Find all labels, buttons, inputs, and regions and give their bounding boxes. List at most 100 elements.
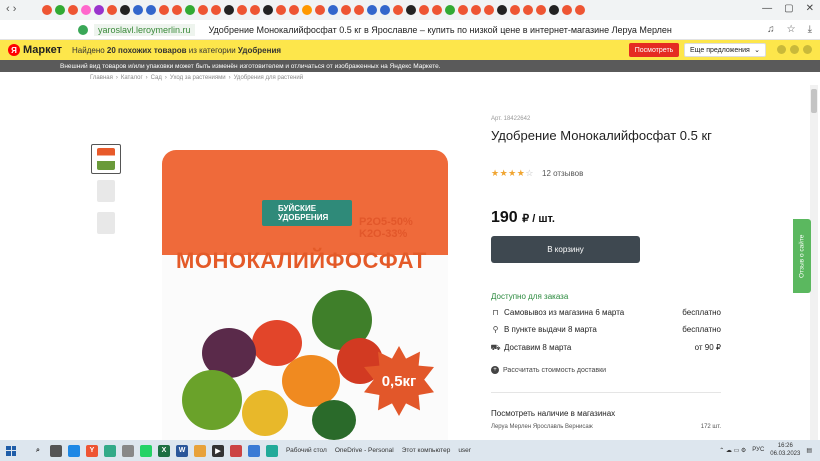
- this-pc-item[interactable]: Этот компьютер: [402, 447, 451, 454]
- tab-favicon[interactable]: [42, 5, 52, 15]
- breadcrumb-item[interactable]: Каталог: [121, 75, 143, 81]
- yandex-browser-icon[interactable]: Y: [86, 444, 98, 457]
- tab-favicon[interactable]: [120, 5, 130, 15]
- stock-title[interactable]: Посмотреть наличие в магазинах: [491, 409, 615, 418]
- tab-favicon[interactable]: [432, 5, 442, 15]
- tab-favicon[interactable]: [146, 5, 156, 15]
- tab-favicon[interactable]: [237, 5, 247, 15]
- tray-icons[interactable]: ⌃ ☁ ▭ ⚙: [719, 447, 746, 454]
- store-name[interactable]: Леруа Мерлен Ярославль Вернисаж: [491, 424, 593, 430]
- desktop-toolbar[interactable]: Рабочий стол: [286, 447, 327, 454]
- pepper-yellow-shape: [242, 390, 288, 436]
- tab-favicon[interactable]: [484, 5, 494, 15]
- clock-time: 16:26: [777, 443, 793, 449]
- app-icon[interactable]: [248, 444, 260, 457]
- tab-favicon[interactable]: [159, 5, 169, 15]
- tab-favicon[interactable]: [406, 5, 416, 15]
- breadcrumb-item[interactable]: Уход за растениями: [170, 75, 226, 81]
- view-button[interactable]: Посмотреть: [629, 43, 679, 57]
- window-controls[interactable]: — ▢ ✕: [762, 3, 814, 14]
- thumbnail-3[interactable]: [91, 208, 121, 238]
- tab-favicon[interactable]: [380, 5, 390, 15]
- tab-favicon[interactable]: [185, 5, 195, 15]
- tab-favicon[interactable]: [497, 5, 507, 15]
- url-text[interactable]: yaroslavl.leroymerlin.ru: [94, 23, 195, 36]
- thumbnail-2[interactable]: [91, 176, 121, 206]
- tab-favicon[interactable]: [575, 5, 585, 15]
- page-tab-title: Удобрение Монокалийфосфат 0.5 кг в Яросл…: [208, 24, 672, 35]
- breadcrumb-item[interactable]: Удобрения для растений: [234, 75, 304, 81]
- media-player-icon[interactable]: ▶: [212, 444, 224, 457]
- store-icon[interactable]: [104, 444, 116, 457]
- app-icon[interactable]: [122, 444, 134, 457]
- tab-favicon[interactable]: [536, 5, 546, 15]
- app-icon[interactable]: [266, 444, 278, 457]
- windows-start-icon[interactable]: [6, 445, 16, 456]
- tab-favicon[interactable]: [445, 5, 455, 15]
- browser-actions[interactable]: ♫ ☆ ⤓: [767, 24, 812, 35]
- tab-favicon[interactable]: [471, 5, 481, 15]
- tab-favicon[interactable]: [458, 5, 468, 15]
- app-icon[interactable]: [230, 444, 242, 457]
- tab-favicon[interactable]: [250, 5, 260, 15]
- whatsapp-icon[interactable]: [140, 444, 152, 457]
- tab-favicon[interactable]: [354, 5, 364, 15]
- more-offers-select[interactable]: Еще предложения ⌄: [684, 43, 766, 57]
- back-forward-icons[interactable]: ‹ ›: [6, 3, 16, 15]
- tab-favicon[interactable]: [172, 5, 182, 15]
- tab-favicon[interactable]: [367, 5, 377, 15]
- tab-favicon[interactable]: [523, 5, 533, 15]
- tab-favicon[interactable]: [224, 5, 234, 15]
- tab-favicon[interactable]: [341, 5, 351, 15]
- tab-favicon[interactable]: [419, 5, 429, 15]
- folder-icon[interactable]: [194, 444, 206, 457]
- word-icon[interactable]: W: [176, 444, 188, 457]
- edge-icon[interactable]: [68, 444, 80, 457]
- tab-favicon[interactable]: [133, 5, 143, 15]
- plus-icon: +: [491, 366, 499, 374]
- tab-favicon[interactable]: [328, 5, 338, 15]
- tab-favicon[interactable]: [211, 5, 221, 15]
- tab-favicon[interactable]: [549, 5, 559, 15]
- page-scrollbar[interactable]: [810, 85, 818, 440]
- headphones-icon: ♫: [767, 24, 775, 35]
- add-to-cart-button[interactable]: В корзину: [491, 236, 640, 263]
- tab-favicon[interactable]: [315, 5, 325, 15]
- user-item[interactable]: user: [458, 447, 471, 454]
- tab-favicon[interactable]: [289, 5, 299, 15]
- search-icon[interactable]: ⌕: [32, 445, 44, 457]
- language-indicator[interactable]: РУС: [752, 447, 764, 453]
- delivery-cost: бесплатно: [682, 325, 721, 334]
- task-view-icon[interactable]: [50, 444, 62, 457]
- tab-favicon[interactable]: [393, 5, 403, 15]
- calc-delivery-link[interactable]: + Рассчитать стоимость доставки: [491, 366, 606, 374]
- reviews-link[interactable]: 12 отзывов: [542, 169, 583, 178]
- breadcrumb-item[interactable]: Сад: [151, 75, 162, 81]
- info-icon: [777, 45, 786, 54]
- tab-favicon[interactable]: [276, 5, 286, 15]
- tab-favicon[interactable]: [562, 5, 572, 15]
- notifications-icon[interactable]: ▤: [806, 447, 812, 454]
- breadcrumb-item[interactable]: Главная: [90, 75, 113, 81]
- scrollbar-thumb[interactable]: [811, 89, 817, 113]
- tab-favicon[interactable]: [55, 5, 65, 15]
- tab-favicon[interactable]: [198, 5, 208, 15]
- clock[interactable]: 16:26 06.03.2023: [770, 442, 800, 458]
- tab-favicon[interactable]: [94, 5, 104, 15]
- tab-favicon[interactable]: [107, 5, 117, 15]
- excel-icon[interactable]: X: [158, 444, 170, 457]
- onedrive-item[interactable]: OneDrive - Personal: [335, 447, 394, 454]
- tab-favicon[interactable]: [68, 5, 78, 15]
- tab-favicon[interactable]: [81, 5, 91, 15]
- package-formula: P2O5-50% K2O-33%: [359, 216, 413, 240]
- market-disclaimer: Внешний вид товаров и/или упаковки может…: [0, 60, 820, 72]
- thumbnail-1[interactable]: [91, 144, 121, 174]
- market-bar-controls[interactable]: [777, 45, 812, 54]
- tab-favicon[interactable]: [302, 5, 312, 15]
- tab-favicon[interactable]: [510, 5, 520, 15]
- site-feedback-tab[interactable]: Отзыв о сайте: [793, 219, 811, 293]
- rating-stars[interactable]: ★★★★☆: [491, 168, 534, 179]
- address-bar[interactable]: yaroslavl.leroymerlin.ru Удобрение Монок…: [0, 20, 820, 40]
- tab-favicon[interactable]: [263, 5, 273, 15]
- market-logo[interactable]: Я Маркет: [8, 44, 62, 56]
